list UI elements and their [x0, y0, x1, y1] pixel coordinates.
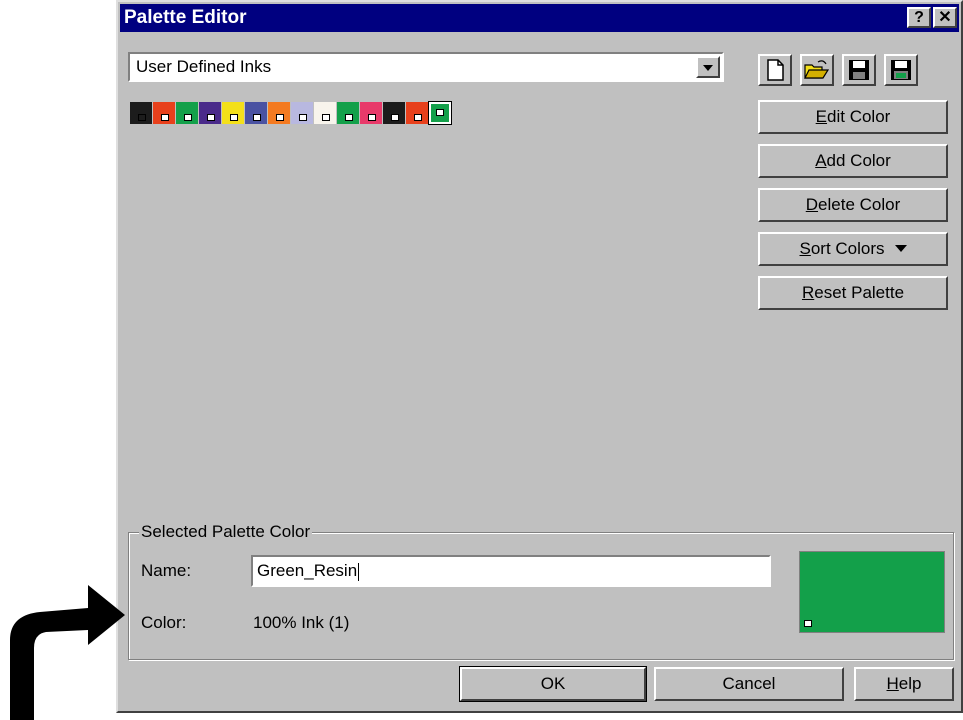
palette-swatch[interactable]	[199, 102, 221, 124]
save-as-icon	[891, 60, 911, 80]
help-label: elp	[898, 674, 922, 693]
chevron-down-icon[interactable]	[696, 56, 720, 78]
palette-swatch[interactable]	[268, 102, 290, 124]
edit-color-label: dit Color	[827, 107, 891, 126]
ink-marker	[184, 114, 192, 121]
edit-color-button[interactable]: Edit Color	[758, 100, 948, 134]
palette-swatch[interactable]	[245, 102, 267, 124]
add-color-accel: A	[815, 151, 827, 170]
add-color-button[interactable]: Add Color	[758, 144, 948, 178]
cancel-button[interactable]: Cancel	[654, 667, 844, 701]
title-bar: Palette Editor ? ✕	[120, 4, 959, 32]
sort-colors-label: ort Colors	[810, 239, 885, 258]
save-icon	[849, 60, 869, 80]
ink-marker	[345, 114, 353, 121]
sort-colors-button[interactable]: Sort Colors	[758, 232, 948, 266]
palette-swatch[interactable]	[291, 102, 313, 124]
delete-color-label: elete Color	[818, 195, 901, 214]
ink-marker	[138, 114, 146, 121]
ink-marker	[253, 114, 261, 121]
edit-color-accel: E	[815, 107, 828, 126]
sort-colors-accel: S	[799, 239, 811, 258]
palette-swatch[interactable]	[314, 102, 336, 124]
save-as-palette-button[interactable]	[884, 54, 918, 86]
new-palette-button[interactable]	[758, 54, 792, 86]
help-caption-button[interactable]: ?	[907, 7, 931, 28]
palette-swatch[interactable]	[360, 102, 382, 124]
close-button[interactable]: ✕	[933, 7, 957, 28]
window-title: Palette Editor	[124, 7, 247, 28]
ink-marker	[207, 114, 215, 121]
new-document-icon	[767, 59, 784, 81]
palette-swatch[interactable]	[153, 102, 175, 124]
color-value: 100% Ink (1)	[253, 613, 350, 632]
text-caret	[358, 562, 360, 581]
delete-color-button[interactable]: Delete Color	[758, 188, 948, 222]
reset-palette-button[interactable]: Reset Palette	[758, 276, 948, 310]
delete-color-accel: D	[805, 195, 819, 214]
ink-marker	[804, 620, 812, 627]
palette-select-value: User Defined Inks	[136, 57, 272, 76]
reset-palette-label: eset Palette	[814, 283, 905, 302]
palette-swatch[interactable]	[337, 102, 359, 124]
ink-marker	[161, 114, 169, 121]
color-name-value: Green_Resin	[257, 561, 358, 580]
ink-marker	[368, 114, 376, 121]
selected-palette-color-group: Selected Palette Color Name: Green_Resin…	[128, 522, 954, 660]
ink-marker	[230, 114, 238, 121]
open-palette-button[interactable]	[800, 54, 834, 86]
reset-palette-accel: R	[801, 283, 815, 302]
color-preview-swatch	[799, 551, 945, 633]
callout-arrow-icon	[10, 585, 125, 720]
ink-marker	[414, 114, 422, 121]
color-label: Color:	[141, 613, 187, 632]
help-accel: H	[886, 674, 899, 693]
palette-swatch[interactable]	[130, 102, 152, 124]
palette-swatch[interactable]	[222, 102, 244, 124]
palette-swatch[interactable]	[406, 102, 428, 124]
ink-marker	[322, 114, 330, 121]
color-name-field[interactable]: Green_Resin	[251, 555, 771, 587]
palette-swatch[interactable]	[176, 102, 198, 124]
palette-swatch-strip	[130, 101, 452, 126]
palette-swatch[interactable]	[428, 101, 452, 125]
group-title: Selected Palette Color	[139, 522, 313, 542]
palette-select[interactable]: User Defined Inks	[128, 52, 724, 82]
help-button[interactable]: Help	[854, 667, 954, 701]
ink-marker	[299, 114, 307, 121]
palette-swatch[interactable]	[383, 102, 405, 124]
ink-marker	[436, 109, 444, 116]
open-folder-icon	[804, 60, 830, 79]
save-palette-button[interactable]	[842, 54, 876, 86]
name-label: Name:	[141, 561, 192, 580]
ink-marker	[276, 114, 284, 121]
ink-marker	[391, 114, 399, 121]
add-color-label: dd Color	[826, 151, 891, 170]
ok-button[interactable]: OK	[459, 666, 647, 702]
palette-editor-dialog: Palette Editor ? ✕ User Defined Inks Edi…	[116, 0, 963, 713]
chevron-down-icon	[894, 245, 907, 252]
